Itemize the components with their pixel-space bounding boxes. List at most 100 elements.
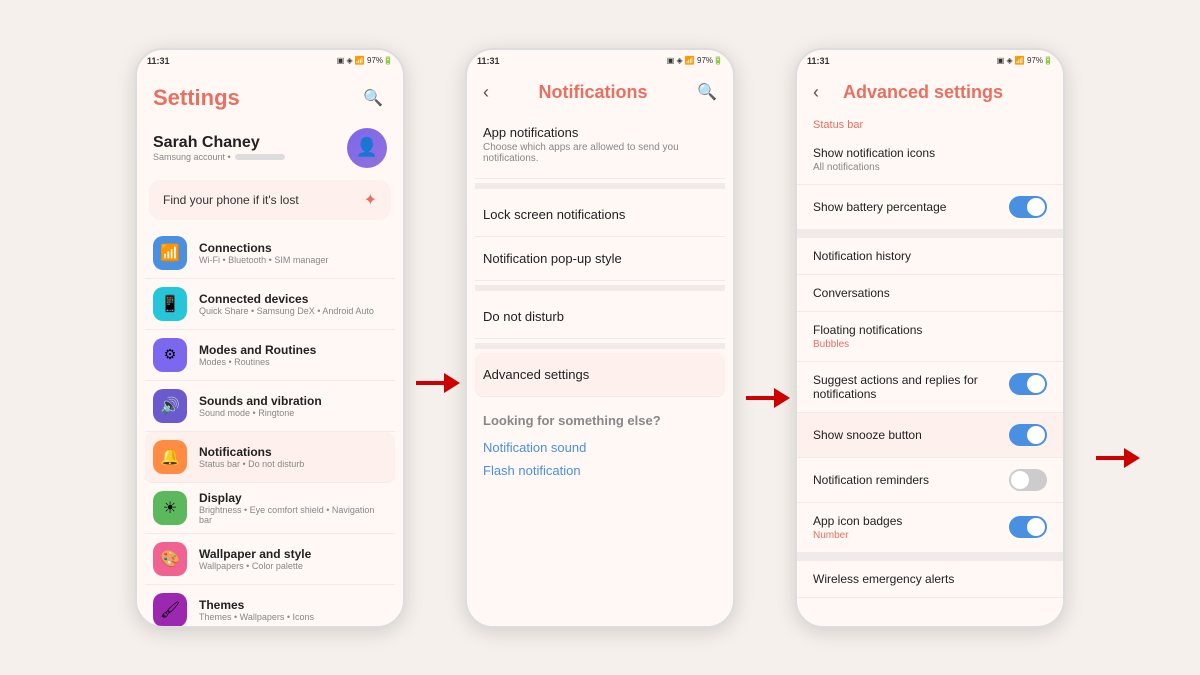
modes-title: Modes and Routines (199, 343, 387, 357)
adv-item-app-badges[interactable]: App icon badges Number (797, 503, 1063, 553)
divider-3 (475, 343, 725, 349)
snooze-toggle[interactable] (1009, 424, 1047, 446)
profile-section[interactable]: Sarah Chaney Samsung account • 👤 (137, 120, 403, 180)
sparkle-icon: ✦ (364, 190, 377, 210)
arrow-1 (416, 373, 460, 393)
themes-icon: 🖌 (153, 593, 187, 626)
status-icons-2: ▣ ◈ 📶 97%🔋 (667, 56, 723, 65)
find-phone-banner[interactable]: Find your phone if it's lost ✦ (149, 180, 391, 220)
sounds-sub: Sound mode • Ringtone (199, 408, 387, 418)
connections-sub: Wi-Fi • Bluetooth • SIM manager (199, 255, 387, 265)
status-bar-2: 11:31 ▣ ◈ 📶 97%🔋 (467, 50, 733, 72)
adv-item-conversations[interactable]: Conversations (797, 275, 1063, 312)
notifications-icon: 🔔 (153, 440, 187, 474)
app-badges-sub: Number (813, 530, 1009, 541)
themes-text: Themes Themes • Wallpapers • Icons (199, 598, 387, 622)
connected-devices-text: Connected devices Quick Share • Samsung … (199, 292, 387, 316)
list-item-wallpaper[interactable]: 🎨 Wallpaper and style Wallpapers • Color… (145, 534, 395, 585)
snooze-text: Show snooze button (813, 428, 1009, 442)
list-item-display[interactable]: ☀ Display Brightness • Eye comfort shiel… (145, 483, 395, 534)
arrow-2 (746, 388, 790, 408)
flash-notification-link[interactable]: Flash notification (483, 459, 717, 482)
emergency-text: Wireless emergency alerts (813, 572, 1047, 586)
status-icons-1: ▣ ◈ 📶 97%🔋 (337, 56, 393, 65)
app-badges-toggle[interactable] (1009, 516, 1047, 538)
adv-item-reminders[interactable]: Notification reminders (797, 458, 1063, 503)
phone-2-notifications: 11:31 ▣ ◈ 📶 97%🔋 ‹ Notifications 🔍 App n… (465, 48, 735, 628)
status-bar-1: 11:31 ▣ ◈ 📶 97%🔋 (137, 50, 403, 72)
adv-item-suggest-actions[interactable]: Suggest actions and replies for notifica… (797, 362, 1063, 413)
notif-item-advanced[interactable]: Advanced settings (475, 353, 725, 397)
reminders-text: Notification reminders (813, 473, 1009, 487)
connected-devices-sub: Quick Share • Samsung DeX • Android Auto (199, 306, 387, 316)
arrow-3 (1096, 448, 1140, 468)
section-divider-1 (797, 230, 1063, 238)
adv-item-battery-pct[interactable]: Show battery percentage (797, 185, 1063, 230)
show-notif-icons-sub: All notifications (813, 162, 1047, 173)
main-container: 11:31 ▣ ◈ 📶 97%🔋 Settings 🔍 Sarah Chaney (115, 28, 1085, 648)
list-item-connected-devices[interactable]: 📱 Connected devices Quick Share • Samsun… (145, 279, 395, 330)
display-title: Display (199, 491, 387, 505)
advanced-list: Status bar Show notification icons All n… (797, 111, 1063, 598)
search-button[interactable]: 🔍 (359, 84, 387, 112)
notif-item-lock[interactable]: Lock screen notifications (475, 193, 725, 237)
time-1: 11:31 (147, 56, 170, 66)
arrow-3-shaft (1096, 456, 1124, 460)
battery-pct-toggle[interactable] (1009, 196, 1047, 218)
phone-2-wrapper: 11:31 ▣ ◈ 📶 97%🔋 ‹ Notifications 🔍 App n… (465, 48, 735, 628)
arrow-2-shaft (746, 396, 774, 400)
section-divider-2 (797, 553, 1063, 561)
list-item-themes[interactable]: 🖌 Themes Themes • Wallpapers • Icons (145, 585, 395, 626)
arrow-2-head (774, 388, 790, 408)
reminders-toggle[interactable] (1009, 469, 1047, 491)
notifications-title: Notifications (199, 445, 387, 459)
adv-item-snooze[interactable]: Show snooze button (797, 413, 1063, 458)
list-item-modes[interactable]: ⚙ Modes and Routines Modes • Routines (145, 330, 395, 381)
sounds-text: Sounds and vibration Sound mode • Ringto… (199, 394, 387, 418)
show-notif-icons-text: Show notification icons All notification… (813, 146, 1047, 173)
notification-sound-link[interactable]: Notification sound (483, 436, 717, 459)
snooze-title: Show snooze button (813, 428, 1009, 442)
wallpaper-title: Wallpaper and style (199, 547, 387, 561)
adv-item-show-notif-icons[interactable]: Show notification icons All notification… (797, 135, 1063, 185)
notif-item-app-notifications[interactable]: App notifications Choose which apps are … (475, 111, 725, 179)
popup-notif-title: Notification pop-up style (483, 251, 717, 266)
avatar-icon: 👤 (356, 137, 378, 158)
notif-item-popup[interactable]: Notification pop-up style (475, 237, 725, 281)
screen-2: ‹ Notifications 🔍 App notifications Choo… (467, 72, 733, 626)
phone-3-wrapper: 11:31 ▣ ◈ 📶 97%🔋 ‹ Advanced settings Sta… (795, 48, 1065, 628)
wallpaper-sub: Wallpapers • Color palette (199, 561, 387, 571)
back-button-3[interactable]: ‹ (813, 82, 819, 103)
notifications-sub: Status bar • Do not disturb (199, 459, 387, 469)
settings-header: Settings 🔍 (137, 72, 403, 120)
floating-text: Floating notifications Bubbles (813, 323, 1047, 350)
floating-sub: Bubbles (813, 339, 1047, 350)
status-bar-3: 11:31 ▣ ◈ 📶 97%🔋 (797, 50, 1063, 72)
list-item-connections[interactable]: 📶 Connections Wi-Fi • Bluetooth • SIM ma… (145, 228, 395, 279)
display-sub: Brightness • Eye comfort shield • Naviga… (199, 505, 387, 525)
back-button-2[interactable]: ‹ (483, 82, 489, 103)
notif-history-title: Notification history (813, 249, 1047, 263)
phone-3-advanced: 11:31 ▣ ◈ 📶 97%🔋 ‹ Advanced settings Sta… (795, 48, 1065, 628)
settings-list: 📶 Connections Wi-Fi • Bluetooth • SIM ma… (137, 228, 403, 626)
conversations-title: Conversations (813, 286, 1047, 300)
search-icon-2[interactable]: 🔍 (697, 82, 717, 102)
phone-1-wrapper: 11:31 ▣ ◈ 📶 97%🔋 Settings 🔍 Sarah Chaney (135, 48, 405, 628)
time-3: 11:31 (807, 56, 830, 66)
suggest-actions-toggle[interactable] (1009, 373, 1047, 395)
emergency-title: Wireless emergency alerts (813, 572, 1047, 586)
adv-item-notif-history[interactable]: Notification history (797, 238, 1063, 275)
sounds-icon: 🔊 (153, 389, 187, 423)
list-item-notifications[interactable]: 🔔 Notifications Status bar • Do not dist… (145, 432, 395, 483)
profile-sub-bar (235, 154, 285, 160)
adv-item-emergency[interactable]: Wireless emergency alerts (797, 561, 1063, 598)
show-notif-icons-title: Show notification icons (813, 146, 1047, 160)
connections-title: Connections (199, 241, 387, 255)
status-bar-section-label: Status bar (797, 111, 1063, 135)
notif-item-dnd[interactable]: Do not disturb (475, 295, 725, 339)
advanced-notif-title: Advanced settings (483, 367, 717, 382)
profile-name: Sarah Chaney (153, 134, 335, 152)
adv-item-floating[interactable]: Floating notifications Bubbles (797, 312, 1063, 362)
arrow-3-head (1124, 448, 1140, 468)
list-item-sounds[interactable]: 🔊 Sounds and vibration Sound mode • Ring… (145, 381, 395, 432)
